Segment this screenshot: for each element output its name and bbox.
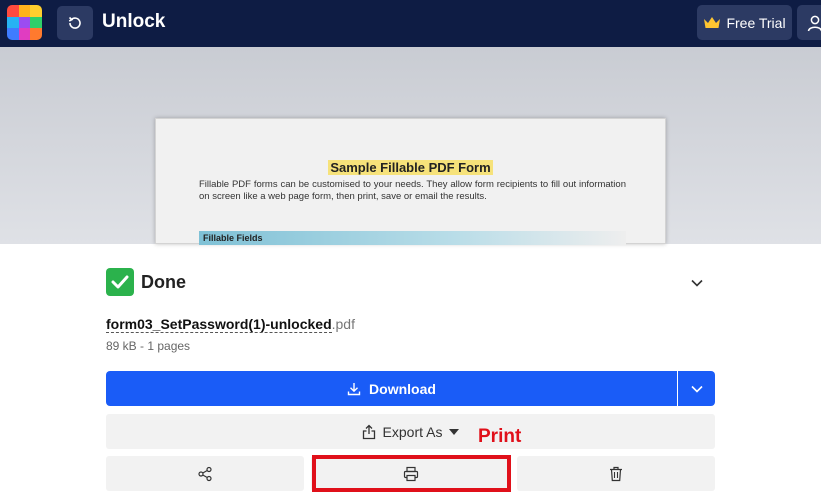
download-options-button[interactable] bbox=[678, 371, 715, 406]
top-bar: Unlock Free Trial bbox=[0, 0, 821, 47]
file-meta: 89 kB - 1 pages bbox=[106, 339, 191, 353]
undo-icon bbox=[68, 16, 81, 29]
done-status-icon bbox=[106, 268, 134, 296]
user-icon bbox=[807, 15, 821, 31]
export-as-label: Export As bbox=[382, 423, 443, 440]
download-button[interactable]: Download bbox=[106, 371, 677, 406]
free-trial-button[interactable]: Free Trial bbox=[697, 5, 792, 40]
caret-down-icon bbox=[449, 428, 460, 435]
share-button[interactable] bbox=[106, 456, 304, 491]
chevron-down-icon bbox=[691, 279, 703, 287]
check-icon bbox=[111, 275, 129, 289]
document-preview: Sample Fillable PDF Form Fillable PDF fo… bbox=[0, 47, 821, 245]
crown-icon bbox=[704, 16, 721, 28]
share-icon bbox=[198, 466, 212, 481]
collapse-button[interactable] bbox=[688, 275, 706, 291]
trash-icon bbox=[610, 466, 622, 481]
printer-icon bbox=[403, 466, 418, 481]
download-icon bbox=[347, 382, 361, 395]
pdf-section-header: Fillable Fields bbox=[199, 231, 626, 245]
print-annotation-label: Print bbox=[478, 426, 522, 447]
export-as-button[interactable]: Export As bbox=[106, 414, 715, 449]
print-button[interactable] bbox=[311, 456, 510, 491]
user-account-button[interactable] bbox=[797, 5, 821, 40]
file-extension: .pdf bbox=[331, 316, 355, 332]
delete-button[interactable] bbox=[517, 456, 715, 491]
file-name[interactable]: form03_SetPassword(1)-unlocked.pdf bbox=[106, 316, 355, 333]
pdf-body-text: Fillable PDF forms can be customised to … bbox=[199, 179, 626, 202]
page-title: Unlock bbox=[102, 11, 166, 32]
file-name-base[interactable]: form03_SetPassword(1)-unlocked bbox=[106, 316, 332, 333]
chevron-down-icon bbox=[690, 385, 703, 393]
free-trial-label: Free Trial bbox=[726, 14, 786, 31]
export-icon bbox=[362, 424, 375, 439]
pdf-title: Sample Fillable PDF Form bbox=[328, 160, 493, 175]
app-logo[interactable] bbox=[7, 5, 42, 40]
back-button[interactable] bbox=[57, 6, 93, 40]
pdf-page-thumbnail: Sample Fillable PDF Form Fillable PDF fo… bbox=[155, 118, 666, 245]
status-label: Done bbox=[141, 272, 186, 292]
download-label: Download bbox=[369, 380, 436, 397]
